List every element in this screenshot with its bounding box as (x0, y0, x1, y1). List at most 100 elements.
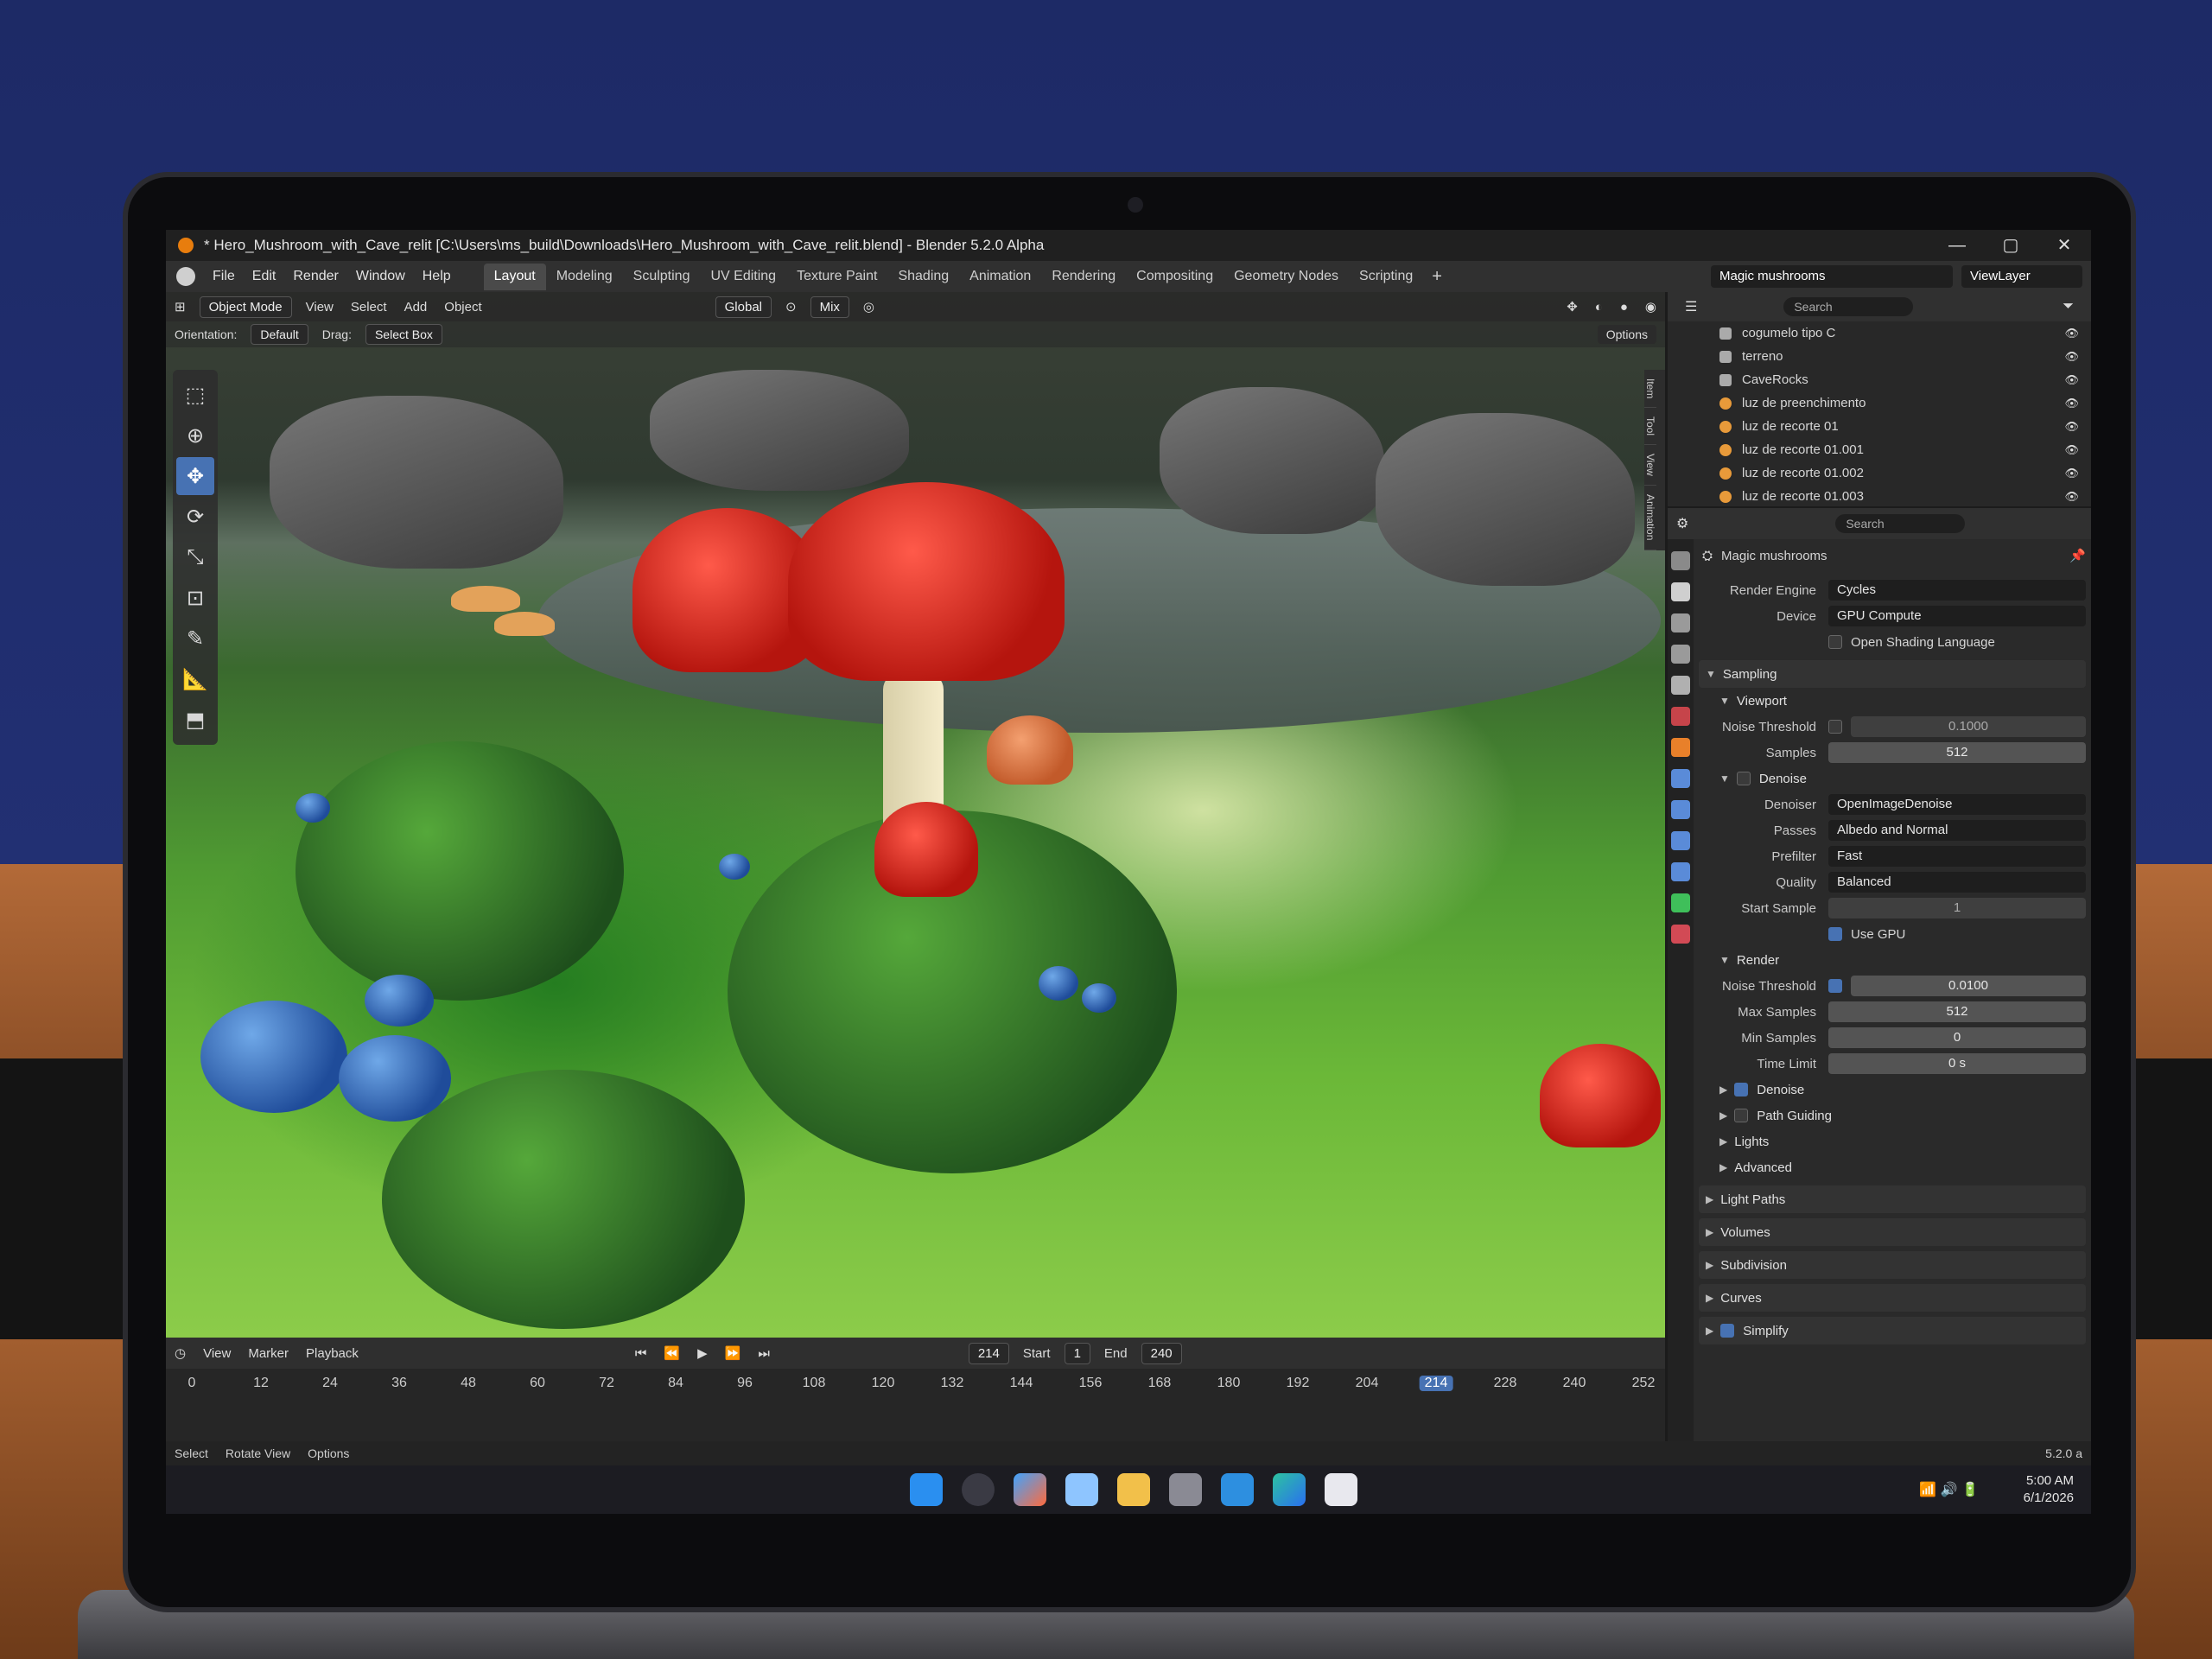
simplify-checkbox[interactable] (1720, 1324, 1735, 1338)
world-tab-icon[interactable] (1671, 707, 1690, 726)
quality-dropdown[interactable]: Balanced (1828, 872, 2086, 893)
outliner-item[interactable]: cogumelo tipo C 👁 (1668, 321, 2091, 345)
editor-type-icon[interactable]: ⊞ (166, 299, 194, 315)
transform-icon[interactable]: ⊡ (176, 579, 214, 617)
visibility-eye-icon[interactable]: 👁 (2064, 443, 2079, 457)
rotate-icon[interactable]: ⟳ (176, 498, 214, 536)
gizmo-icon[interactable]: ✥ (1558, 299, 1586, 315)
menu-render[interactable]: Render (284, 269, 346, 284)
tool-tab-icon[interactable] (1671, 551, 1690, 570)
use-gpu-checkbox[interactable] (1828, 927, 1842, 941)
render-denoise-subpanel[interactable]: ▶ Denoise (1699, 1077, 2086, 1103)
device-dropdown[interactable]: GPU Compute (1828, 606, 2086, 626)
outliner-item[interactable]: luz de recorte 01.002 👁 (1668, 461, 2091, 485)
terminal-icon[interactable] (1169, 1473, 1202, 1506)
sidebar-tab-view[interactable]: View (1644, 445, 1656, 486)
minimize-button[interactable]: — (1930, 230, 1984, 261)
start-icon[interactable] (910, 1473, 943, 1506)
next-keyframe-icon[interactable]: ⏩ (716, 1345, 750, 1361)
modifier-tab-icon[interactable] (1671, 769, 1690, 788)
path-guiding-subpanel[interactable]: ▶ Path Guiding (1699, 1103, 2086, 1128)
osl-checkbox[interactable] (1828, 635, 1842, 649)
time-limit-field[interactable]: 0 s (1828, 1053, 2086, 1074)
timeline-menu-playback[interactable]: Playback (297, 1346, 367, 1361)
close-button[interactable]: ✕ (2037, 230, 2091, 261)
annotate-icon[interactable]: ✎ (176, 620, 214, 658)
tab-compositing[interactable]: Compositing (1126, 264, 1224, 290)
menu-help[interactable]: Help (414, 269, 460, 284)
outliner-item[interactable]: luz de preenchimento 👁 (1668, 391, 2091, 415)
visibility-eye-icon[interactable]: 👁 (2064, 420, 2079, 434)
prefilter-dropdown[interactable]: Fast (1828, 846, 2086, 867)
data-tab-icon[interactable] (1671, 893, 1690, 912)
3d-viewport[interactable]: ⊞ Object Mode View Select Add Object Glo… (166, 292, 1665, 1338)
tab-modeling[interactable]: Modeling (546, 264, 623, 290)
render-noise-field[interactable]: 0.0100 (1851, 976, 2086, 996)
menu-add[interactable]: Add (396, 300, 436, 315)
passes-dropdown[interactable]: Albedo and Normal (1828, 820, 2086, 841)
notepad-icon[interactable] (1325, 1473, 1357, 1506)
vscode-icon[interactable] (1221, 1473, 1254, 1506)
tab-sculpting[interactable]: Sculpting (623, 264, 701, 290)
tab-geometry-nodes[interactable]: Geometry Nodes (1224, 264, 1349, 290)
jump-end-icon[interactable]: ⏭ (749, 1346, 779, 1361)
viewport-noise-checkbox[interactable] (1828, 720, 1842, 734)
jump-start-icon[interactable]: ⏮ (626, 1346, 656, 1361)
current-frame-field[interactable]: 214 (968, 1342, 1009, 1364)
tab-scripting[interactable]: Scripting (1349, 264, 1423, 290)
shading-solid-icon[interactable]: ● (1611, 300, 1637, 315)
physics-tab-icon[interactable] (1671, 831, 1690, 850)
render-denoise-checkbox[interactable] (1734, 1083, 1749, 1096)
object-tab-icon[interactable] (1671, 738, 1690, 757)
sidebar-tab-tool[interactable]: Tool (1644, 408, 1656, 446)
pin-icon[interactable]: 📌 (2069, 548, 2086, 563)
copilot-icon[interactable] (1014, 1473, 1046, 1506)
filter-icon[interactable]: ⏷ (2054, 299, 2082, 315)
drag-selector[interactable]: Select Box (365, 324, 442, 345)
current-frame-marker[interactable]: 214 (1419, 1376, 1453, 1391)
properties-editor[interactable]: ⚙ Search ⛭ Magic mushrooms 📌 Render Engi… (1668, 508, 2091, 1441)
sidebar-tab-animation[interactable]: Animation (1644, 486, 1656, 550)
denoiser-dropdown[interactable]: OpenImageDenoise (1828, 794, 2086, 815)
pivot-icon[interactable]: ⊙ (777, 299, 805, 315)
simplify-panel[interactable]: ▶ Simplify (1699, 1317, 2086, 1344)
outliner-item[interactable]: terreno 👁 (1668, 345, 2091, 368)
max-samples-field[interactable]: 512 (1828, 1001, 2086, 1022)
menu-window[interactable]: Window (347, 269, 414, 284)
shading-rendered-icon[interactable]: ◉ (1637, 299, 1665, 315)
end-frame-field[interactable]: 240 (1141, 1342, 1182, 1364)
viewport-samples-field[interactable]: 512 (1828, 742, 2086, 763)
viewport-noise-field[interactable]: 0.1000 (1851, 716, 2086, 737)
path-guiding-checkbox[interactable] (1734, 1109, 1749, 1122)
outliner-item[interactable]: CaveRocks 👁 (1668, 368, 2091, 391)
tab-shading[interactable]: Shading (887, 264, 959, 290)
output-tab-icon[interactable] (1671, 613, 1690, 632)
add-cube-icon[interactable]: ⬒ (176, 701, 214, 739)
outliner-editor-icon[interactable]: ☰ (1676, 298, 1706, 315)
min-samples-field[interactable]: 0 (1828, 1027, 2086, 1048)
properties-search-input[interactable]: Search (1835, 514, 1966, 533)
add-workspace-icon[interactable]: + (1423, 264, 1451, 290)
search-icon[interactable] (962, 1473, 995, 1506)
subdivision-panel[interactable]: ▶ Subdivision (1699, 1251, 2086, 1279)
proportional-edit-icon[interactable]: ◎ (855, 299, 883, 315)
menu-edit[interactable]: Edit (244, 269, 285, 284)
timeline-menu-marker[interactable]: Marker (239, 1346, 297, 1361)
scene-tab-icon[interactable] (1671, 676, 1690, 695)
outliner-item[interactable]: luz de recorte 01 👁 (1668, 415, 2091, 438)
timeline-menu-view[interactable]: View (194, 1346, 239, 1361)
visibility-eye-icon[interactable]: 👁 (2064, 490, 2079, 504)
sampling-panel-header[interactable]: ▼ Sampling (1699, 660, 2086, 688)
menu-file[interactable]: File (204, 269, 244, 284)
render-tab-icon[interactable] (1671, 582, 1690, 601)
visibility-eye-icon[interactable]: 👁 (2064, 327, 2079, 340)
render-noise-checkbox[interactable] (1828, 979, 1842, 993)
outliner-item[interactable]: luz de recorte 01.003 👁 (1668, 485, 2091, 508)
visibility-eye-icon[interactable]: 👁 (2064, 373, 2079, 387)
visibility-eye-icon[interactable]: 👁 (2064, 467, 2079, 480)
move-icon[interactable]: ✥ (176, 457, 214, 495)
curves-panel[interactable]: ▶ Curves (1699, 1284, 2086, 1312)
cursor-icon[interactable]: ⊕ (176, 416, 214, 454)
view-layer-tab-icon[interactable] (1671, 645, 1690, 664)
store-icon[interactable] (1065, 1473, 1098, 1506)
